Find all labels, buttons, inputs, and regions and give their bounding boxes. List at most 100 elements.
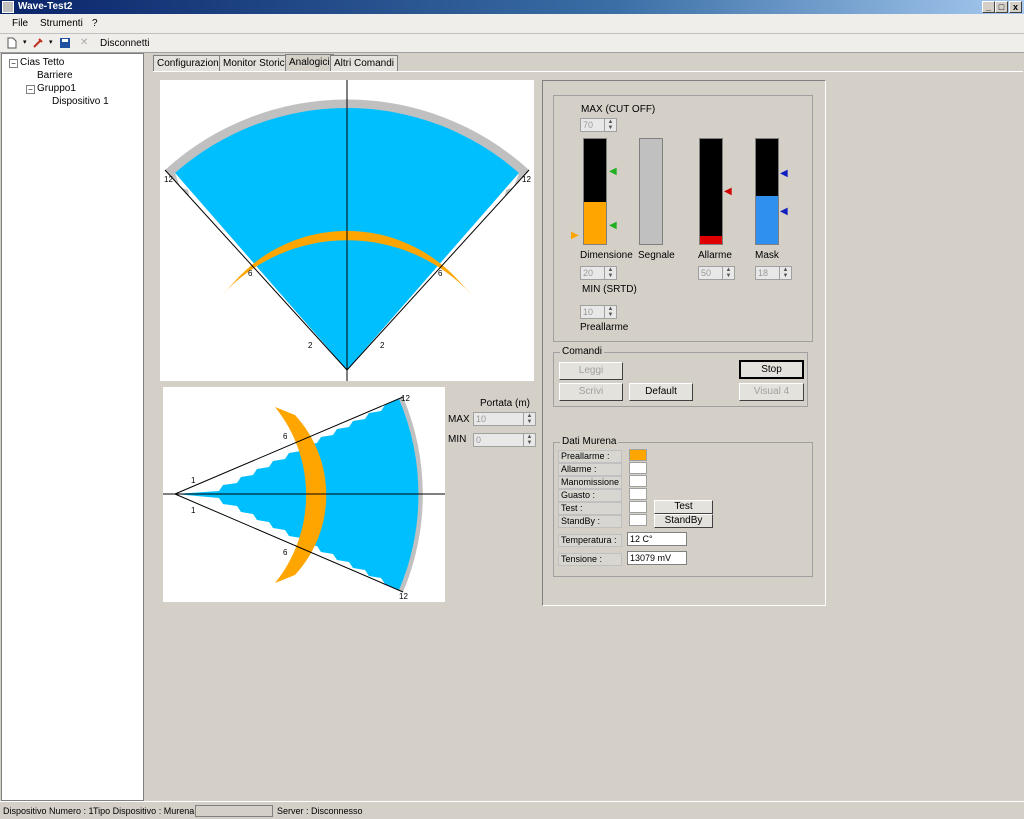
mask-label: Mask (755, 250, 779, 261)
tree-node-barriere[interactable]: Barriere (37, 70, 73, 81)
tick-label: 6 (283, 432, 288, 441)
threshold-marker-icon: ▶ (571, 230, 579, 241)
min-srtd-spinner[interactable]: 10 ▲ ▼ (580, 305, 617, 319)
menu-file[interactable]: File (12, 18, 28, 29)
allarme-indicator (629, 462, 647, 474)
app-icon (2, 1, 14, 13)
test-button[interactable]: Test (654, 500, 713, 514)
default-button[interactable]: Default (629, 383, 693, 401)
tick-label: 1 (191, 476, 196, 485)
status-device-type: Tipo Dispositivo : Murena (93, 806, 195, 816)
collapse-icon[interactable]: − (26, 85, 35, 94)
radar-side-chart: 12 12 6 6 1 1 (163, 394, 445, 601)
radar-side-view: 12 12 6 6 1 1 (163, 387, 445, 602)
tree-node-gruppo1[interactable]: Gruppo1 (37, 83, 76, 94)
manomissione-row-label: Manomissione : (558, 476, 622, 498)
tools-icon[interactable] (32, 37, 44, 49)
max-cutoff-label: MAX (CUT OFF) (581, 104, 656, 115)
dimensione-label: Dimensione (580, 250, 633, 261)
preallarme-label: Preallarme (580, 322, 629, 333)
spinner-arrows-icon[interactable]: ▲ ▼ (604, 267, 616, 279)
tab-altri-comandi[interactable]: Altri Comandi (330, 55, 399, 71)
portata-title: Portata (m) (480, 398, 531, 409)
new-file-icon[interactable] (6, 37, 18, 49)
leggi-button[interactable]: Leggi (559, 362, 623, 380)
spinner-arrows-icon[interactable]: ▲ ▼ (523, 434, 535, 446)
menu-strumenti[interactable]: Strumenti (40, 18, 83, 29)
preallarme-row-label: Preallarme : (558, 450, 622, 463)
tree-node-dispositivo-1[interactable]: Dispositivo 1 (52, 96, 109, 107)
spinner-arrows-icon[interactable]: ▲ ▼ (604, 119, 616, 131)
save-icon[interactable] (59, 37, 71, 49)
allarme-row-label: Allarme : (558, 463, 622, 476)
status-bar: Dispositivo Numero : 1 Tipo Dispositivo … (0, 801, 1024, 819)
guasto-indicator (629, 488, 647, 500)
chevron-down-icon[interactable]: ▾ (49, 38, 53, 46)
tab-monitor-storico[interactable]: Monitor Storico (219, 55, 295, 71)
portata-max-spinner[interactable]: 10 ▲ ▼ (473, 412, 536, 426)
collapse-icon[interactable]: − (9, 59, 18, 68)
tab-analogici[interactable]: Analogici (285, 54, 334, 72)
menu-help[interactable]: ? (92, 18, 98, 29)
portata-min-spinner[interactable]: 0 ▲ ▼ (473, 433, 536, 447)
scrivi-button[interactable]: Scrivi (559, 383, 623, 401)
spinner-arrows-icon[interactable]: ▲ ▼ (604, 306, 616, 318)
spinner-arrows-icon[interactable]: ▲ ▼ (779, 267, 791, 279)
spinner-arrows-icon[interactable]: ▲ ▼ (523, 413, 535, 425)
allarme-gauge (699, 138, 723, 245)
disconnect-button[interactable]: Disconnetti (100, 38, 149, 49)
tab-configurazione[interactable]: Configurazione (153, 55, 229, 71)
portata-max-label: MAX (448, 414, 470, 425)
test-row-label: Test : (558, 502, 622, 515)
manomissione-indicator (629, 475, 647, 487)
tensione-value: 13079 mV (627, 551, 687, 565)
segnale-label: Segnale (638, 250, 675, 261)
minimize-button[interactable]: _ (982, 1, 995, 13)
stop-button[interactable]: Stop (739, 360, 804, 379)
comandi-title: Comandi (560, 346, 605, 357)
standby-row-label: StandBy : (558, 515, 622, 528)
tick-label: 1 (191, 506, 196, 515)
tick-label: 12 (399, 592, 408, 601)
tick-label: 6 (248, 269, 253, 278)
menu-bar: File Strumenti ? (0, 14, 1024, 34)
close-button[interactable]: x (1009, 1, 1022, 13)
threshold-marker-icon: ◀ (724, 186, 732, 197)
radar-top-chart: 12 12 6 6 2 2 (164, 80, 531, 381)
tick-label: 12 (522, 175, 531, 184)
standby-indicator (629, 514, 647, 526)
dimensione-gauge (583, 138, 607, 245)
standby-button[interactable]: StandBy (654, 514, 713, 528)
tick-label: 6 (283, 548, 288, 557)
threshold-marker-icon: ◀ (780, 206, 788, 217)
chevron-down-icon[interactable]: ▾ (23, 38, 27, 46)
window-title: Wave-Test2 (18, 1, 73, 12)
min-srtd-label: MIN (SRTD) (582, 284, 637, 295)
title-bar: Wave-Test2 _ □ x (0, 0, 1024, 14)
spinner-arrows-icon[interactable]: ▲ ▼ (722, 267, 734, 279)
cancel-icon: ✕ (80, 37, 89, 48)
threshold-marker-icon: ◀ (609, 166, 617, 177)
test-indicator (629, 501, 647, 513)
visual-4-button[interactable]: Visual 4 (739, 383, 804, 401)
restore-button[interactable]: □ (995, 1, 1008, 13)
radar-top-view: 12 12 6 6 2 2 (160, 80, 534, 381)
dimensione-spinner[interactable]: 20 ▲ ▼ (580, 266, 617, 280)
device-tree[interactable]: − Cias Tetto Barriere − Gruppo1 Disposit… (1, 53, 144, 801)
toolbar: ▾ ▾ ✕ Disconnetti (0, 34, 1024, 53)
guasto-row-label: Guasto : (558, 489, 622, 502)
tick-label: 2 (380, 341, 385, 350)
tree-node-cias-tetto[interactable]: Cias Tetto (20, 57, 64, 68)
max-cutoff-spinner[interactable]: 70 ▲ ▼ (580, 118, 617, 132)
dati-murena-title: Dati Murena (560, 436, 619, 447)
mask-spinner[interactable]: 18 ▲ ▼ (755, 266, 792, 280)
temperatura-value: 12 C° (627, 532, 687, 546)
threshold-marker-icon: ◀ (780, 168, 788, 179)
tick-label: 6 (438, 269, 443, 278)
tick-label: 12 (401, 394, 410, 403)
mask-gauge (755, 138, 779, 245)
tab-divider (153, 71, 1023, 72)
allarme-spinner[interactable]: 50 ▲ ▼ (698, 266, 735, 280)
progress-bar (195, 805, 273, 817)
allarme-label: Allarme (698, 250, 732, 261)
